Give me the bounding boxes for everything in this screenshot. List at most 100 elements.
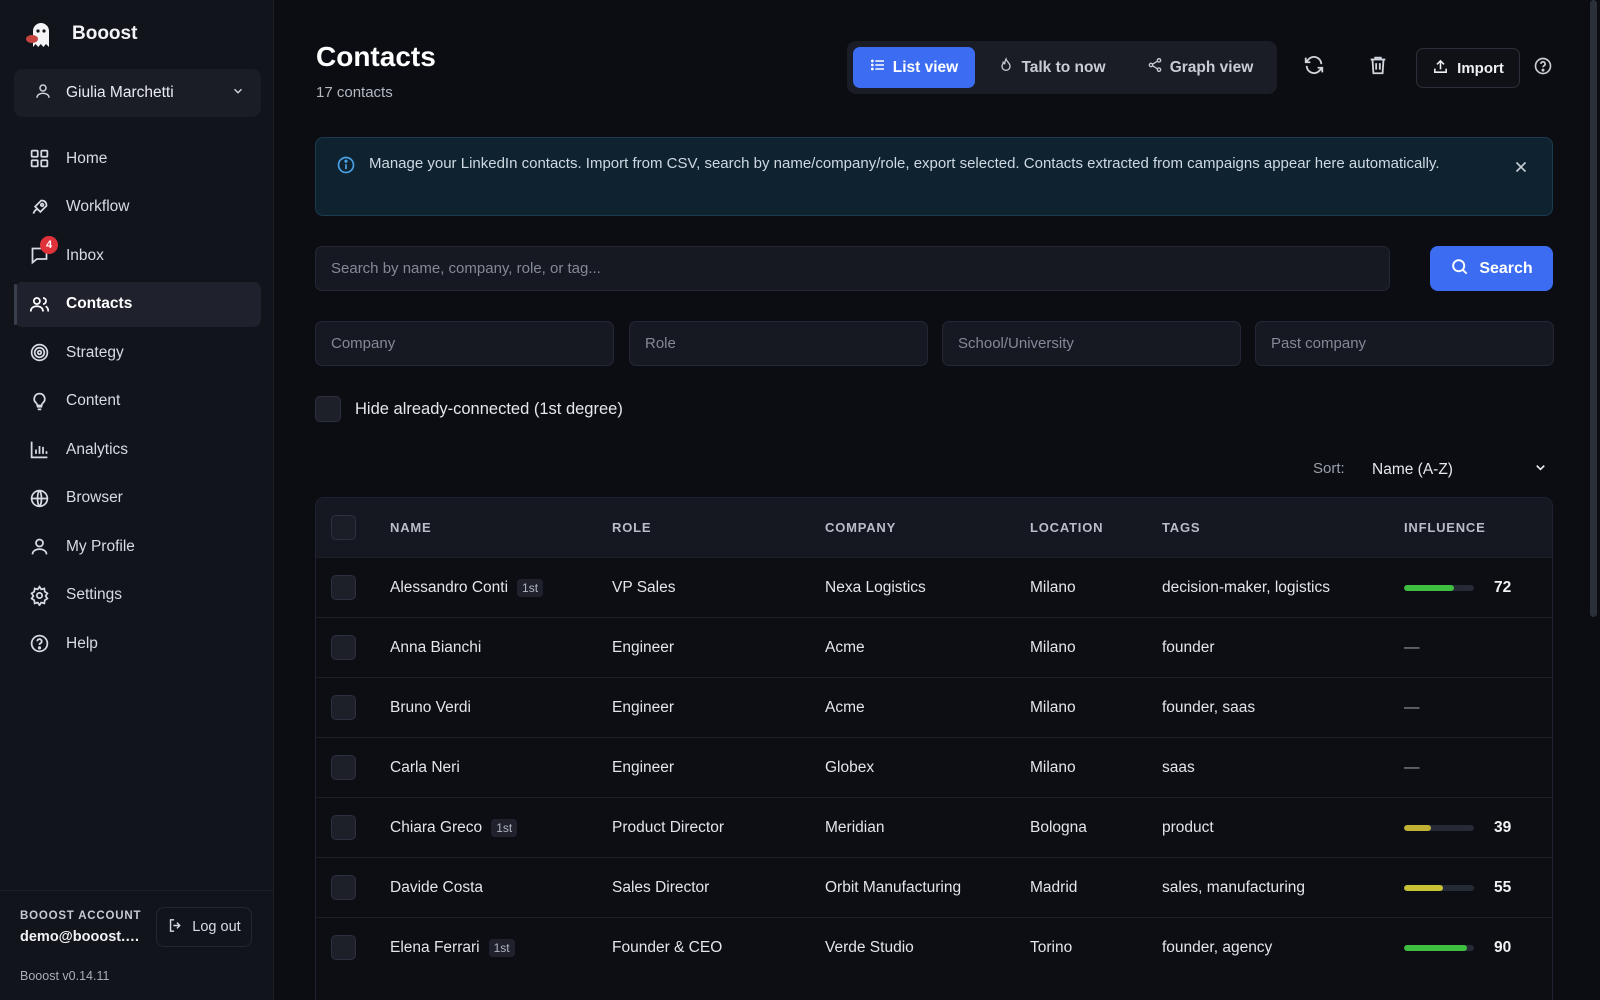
select-all-checkbox[interactable] bbox=[331, 515, 356, 540]
cell-name[interactable]: Chiara Greco 1st bbox=[390, 798, 518, 858]
sidebar-item-strategy[interactable]: Strategy bbox=[14, 330, 261, 375]
connection-degree-badge: 1st bbox=[488, 939, 515, 957]
user-switcher[interactable]: Giulia Marchetti bbox=[14, 69, 261, 117]
contacts-count: 17 contacts bbox=[316, 84, 393, 101]
cell-location: Milano bbox=[1030, 579, 1076, 596]
cell-name[interactable]: Davide Costa bbox=[390, 858, 483, 918]
account-footer: BOOOST ACCOUNT demo@booost.n... Log out … bbox=[0, 890, 274, 1000]
help-button[interactable] bbox=[1523, 48, 1563, 88]
sidebar-item-label: Analytics bbox=[66, 440, 129, 458]
sidebar-item-label: Strategy bbox=[66, 343, 124, 361]
graph-view-button[interactable]: Graph view bbox=[1129, 47, 1271, 88]
talk-to-now-button[interactable]: Talk to now bbox=[979, 47, 1125, 88]
sidebar-item-contacts[interactable]: Contacts bbox=[14, 281, 261, 327]
sidebar-item-settings[interactable]: Settings bbox=[14, 573, 261, 618]
search-button[interactable]: Search bbox=[1430, 246, 1553, 291]
sidebar-item-my-profile[interactable]: My Profile bbox=[14, 524, 261, 569]
page-title: Contacts bbox=[316, 41, 436, 72]
column-header-influence[interactable]: INFLUENCE bbox=[1404, 520, 1486, 535]
role-filter-input[interactable] bbox=[629, 321, 928, 366]
row-checkbox[interactable] bbox=[331, 815, 356, 840]
table-row[interactable]: Anna Bianchi Engineer Acme Milano founder — bbox=[316, 617, 1552, 677]
cell-company: Orbit Manufacturing bbox=[825, 879, 962, 896]
delete-button[interactable] bbox=[1358, 47, 1398, 87]
import-button[interactable]: Import bbox=[1416, 48, 1520, 88]
column-header-location[interactable]: LOCATION bbox=[1030, 520, 1103, 535]
table-row[interactable]: Davide Costa Sales Director Orbit Manufact… bbox=[316, 857, 1552, 917]
sidebar-item-content[interactable]: Content bbox=[14, 379, 261, 424]
chat-bubble-icon: 4 bbox=[28, 235, 58, 267]
sidebar-item-inbox[interactable]: 4 Inbox bbox=[14, 233, 261, 278]
app-logo[interactable]: Booost bbox=[24, 16, 137, 52]
view-switcher: List view Talk to now Graph view bbox=[847, 41, 1277, 94]
cell-name[interactable]: Anna Bianchi bbox=[390, 618, 481, 678]
cell-name[interactable]: Alessandro Conti 1st bbox=[390, 558, 544, 618]
sidebar-item-home[interactable]: Home bbox=[14, 136, 261, 181]
column-header-name[interactable]: NAME bbox=[390, 520, 431, 535]
cell-role: Product Director bbox=[612, 819, 724, 836]
cell-name[interactable]: Bruno Verdi bbox=[390, 678, 471, 738]
search-input[interactable] bbox=[315, 246, 1390, 291]
influence-bar bbox=[1404, 945, 1474, 951]
inbox-badge: 4 bbox=[40, 235, 58, 254]
app-name: Booost bbox=[72, 23, 138, 44]
hide-connected-label: Hide already-connected (1st degree) bbox=[355, 399, 623, 418]
table-body: Alessandro Conti 1st VP Sales Nexa Logistic… bbox=[316, 557, 1552, 977]
row-checkbox[interactable] bbox=[331, 935, 356, 960]
list-view-label: List view bbox=[892, 58, 959, 76]
logout-label: Log out bbox=[192, 919, 241, 935]
table-row[interactable]: Elena Ferrari 1st Founder & CEO Verde Studi… bbox=[316, 917, 1552, 977]
cell-location: Torino bbox=[1030, 939, 1073, 956]
cell-role: Engineer bbox=[612, 639, 675, 656]
ghost-logo-icon bbox=[24, 17, 58, 51]
row-checkbox[interactable] bbox=[331, 635, 356, 660]
table-row[interactable]: Bruno Verdi Engineer Acme Milano founder, sa… bbox=[316, 677, 1552, 737]
sidebar-item-help[interactable]: Help bbox=[14, 621, 261, 666]
influence-bar bbox=[1404, 825, 1474, 831]
cell-company: Verde Studio bbox=[825, 939, 914, 956]
row-checkbox[interactable] bbox=[331, 695, 356, 720]
cell-role: VP Sales bbox=[612, 579, 676, 596]
sort-select[interactable]: Name (A-Z) bbox=[1372, 452, 1558, 488]
sidebar-item-analytics[interactable]: Analytics bbox=[14, 427, 261, 472]
hide-connected-checkbox[interactable] bbox=[315, 396, 341, 422]
user-icon bbox=[28, 536, 50, 558]
sidebar-item-label: Home bbox=[66, 149, 108, 167]
table-row[interactable]: Chiara Greco 1st Product Director Meridian B… bbox=[316, 797, 1552, 857]
users-icon bbox=[28, 293, 50, 315]
row-checkbox[interactable] bbox=[331, 755, 356, 780]
bar-chart-icon bbox=[28, 439, 50, 461]
cell-tags: founder bbox=[1162, 639, 1215, 656]
column-header-company[interactable]: COMPANY bbox=[825, 520, 896, 535]
close-icon[interactable] bbox=[1512, 158, 1532, 178]
logout-button[interactable]: Log out bbox=[156, 907, 252, 947]
connection-degree-badge: 1st bbox=[517, 579, 544, 597]
sidebar-nav: Home Workflow 4 Inbox Contacts Strategy … bbox=[14, 136, 261, 670]
table-row[interactable]: Carla Neri Engineer Globex Milano saas — bbox=[316, 737, 1552, 797]
influence-bar-fill bbox=[1404, 825, 1432, 831]
row-checkbox[interactable] bbox=[331, 575, 356, 600]
row-checkbox[interactable] bbox=[331, 875, 356, 900]
contact-name: Anna Bianchi bbox=[390, 639, 482, 656]
cell-name[interactable]: Elena Ferrari 1st bbox=[390, 918, 515, 978]
cell-role: Engineer bbox=[612, 699, 675, 716]
account-email: demo@booost.n... bbox=[20, 929, 144, 945]
sidebar-item-workflow[interactable]: Workflow bbox=[14, 185, 261, 230]
past-company-filter-input[interactable] bbox=[1255, 321, 1554, 366]
refresh-button[interactable] bbox=[1294, 47, 1334, 87]
cell-influence: 39 bbox=[1404, 798, 1511, 858]
table-row[interactable]: Alessandro Conti 1st VP Sales Nexa Logistic… bbox=[316, 557, 1552, 617]
globe-icon bbox=[28, 487, 50, 509]
cell-influence: 55 bbox=[1404, 858, 1511, 918]
page-scrollbar[interactable] bbox=[1590, 0, 1597, 617]
school-filter-input[interactable] bbox=[942, 321, 1241, 366]
company-filter-input[interactable] bbox=[315, 321, 614, 366]
chevron-down-icon bbox=[1533, 460, 1548, 480]
column-header-tags[interactable]: TAGS bbox=[1162, 520, 1200, 535]
sidebar-item-label: Inbox bbox=[66, 246, 104, 264]
column-header-role[interactable]: ROLE bbox=[612, 520, 651, 535]
cell-name[interactable]: Carla Neri bbox=[390, 738, 460, 798]
cell-company: Meridian bbox=[825, 819, 885, 836]
sidebar-item-browser[interactable]: Browser bbox=[14, 476, 261, 521]
list-view-button[interactable]: List view bbox=[853, 47, 975, 88]
